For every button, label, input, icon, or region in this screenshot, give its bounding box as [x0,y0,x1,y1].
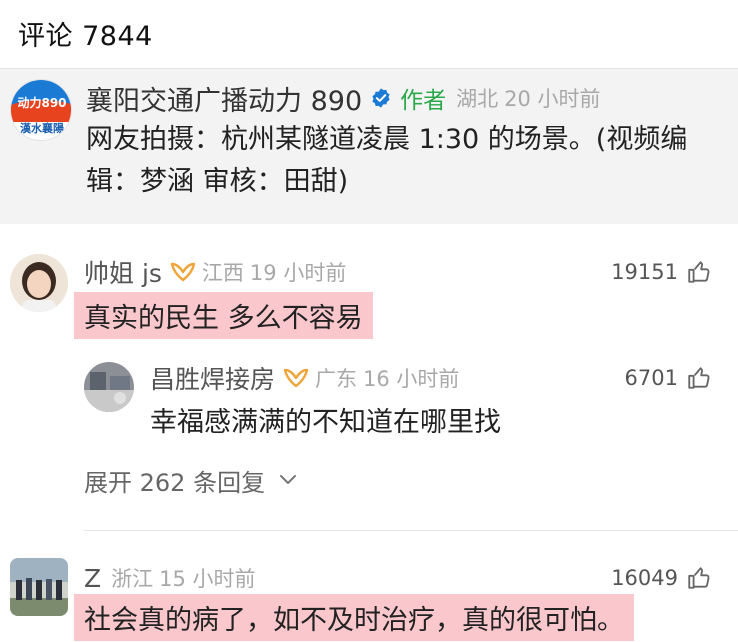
logo-subtext: 漢水襄陽 [20,122,64,135]
logo-number: 动力890 [17,96,67,110]
comment-item: Z 浙江 15 小时前 16049 社会真的病了，如不及时治疗，真的很可怕。 [0,550,738,642]
reply-like-button[interactable]: 6701 [625,362,712,394]
like-count: 16049 [611,566,678,590]
chevron-down-icon [280,475,297,484]
commenter-name[interactable]: 帅姐 js [84,254,162,290]
comment-text: 真实的民生 多么不容易 [74,292,373,339]
author-time: 20 小时前 [504,87,601,111]
comment-text: 社会真的病了，如不及时治疗，真的很可怕。 [74,594,634,641]
verified-icon [372,88,390,108]
thumbs-up-icon [688,367,710,389]
divider [84,530,738,531]
comments-count-title: 评论 7844 [18,21,153,52]
author-post-text: 网友拍摄：杭州某隧道凌晨 1:30 的场景。(视频编辑：梦涵 审核：田甜) [86,124,688,197]
like-button[interactable]: 19151 [611,256,712,288]
author-avatar[interactable]: 动力890 漢水襄陽 [10,79,72,141]
author-name-line: 襄阳交通广播动力 890 作者 湖北 20 小时前 [86,79,601,118]
author-name[interactable]: 襄阳交通广播动力 890 [86,79,362,118]
reply-text: 幸福感满满的不知道在哪里找 [150,407,501,438]
comment-time: 19 小时前 [249,261,347,285]
thumbs-up-icon [688,567,710,589]
author-location: 湖北 [456,87,499,111]
expand-replies-label: 展开 262 条回复 [84,468,266,497]
reply-avatar[interactable] [84,362,134,412]
like-button[interactable]: 16049 [611,562,712,594]
avatar[interactable] [10,558,68,616]
comment-location: 江西 [201,261,244,285]
comment-name-line: 帅姐 js 江西 19 小时前 [84,256,346,288]
thumbs-up-icon [688,261,710,283]
fan-badge-icon [170,262,196,282]
comment-location: 浙江 [111,567,154,591]
comment-time: 15 小时前 [159,567,256,591]
commenter-name[interactable]: Z [84,564,101,593]
avatar[interactable] [10,254,68,312]
author-post[interactable]: 动力890 漢水襄陽 襄阳交通广播动力 890 作者 湖北 20 小时前 网友拍… [0,68,738,224]
like-count: 19151 [611,260,678,284]
fan-badge-icon [283,368,309,388]
reply-location: 广东 [315,367,358,391]
reply-like-count: 6701 [624,366,678,390]
comment-name-line: Z 浙江 15 小时前 [84,562,256,594]
comments-header: 评论 7844 [0,0,738,68]
reply-name[interactable]: 昌胜焊接房 [150,360,275,396]
expand-replies-button[interactable]: 展开 262 条回复 [84,462,297,498]
author-tag: 作者 [400,88,447,114]
reply-time: 16 小时前 [363,367,460,391]
reply-name-line: 昌胜焊接房 广东 16 小时前 [150,362,459,394]
